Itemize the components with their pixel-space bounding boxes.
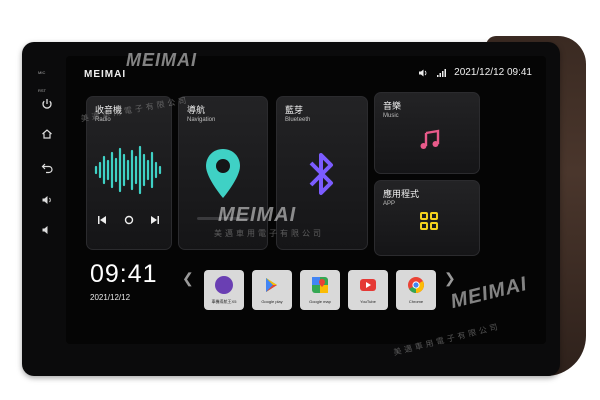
dock-app-chrome[interactable]: Chrome [396, 270, 436, 310]
volume-up-icon [42, 196, 51, 204]
status-datetime: 2021/12/12 09:41 [454, 67, 532, 78]
map-pin-icon [206, 149, 240, 198]
home-clock: 09:41 [90, 260, 158, 288]
dock-app-label: Google map [309, 299, 331, 304]
bluetooth-title: 藍芽 [285, 105, 304, 115]
power-icon [42, 99, 52, 109]
play-pause-icon[interactable] [124, 215, 134, 225]
dock-app-label: YouTube [360, 299, 376, 304]
apps-title: 應用程式 [383, 189, 420, 199]
dock-app-youtube[interactable]: YouTube [348, 270, 388, 310]
touch-screen: MEIMAI 2021/12/12 09:41 收音機 Radio 導航 Nav… [66, 56, 546, 344]
dock-app-google-play[interactable]: Google play [252, 270, 292, 310]
volume-up-button[interactable] [40, 194, 54, 208]
volume-icon [419, 69, 427, 76]
status-bar: 2021/12/12 09:41 [418, 67, 532, 78]
dock-scroll-left-icon[interactable]: ❮ [182, 270, 194, 287]
rst-label: RST [38, 88, 46, 93]
volume-down-button[interactable] [40, 224, 54, 238]
navigation-card[interactable]: 導航 Navigation [178, 96, 268, 250]
bluetooth-subtitle: Blueteeth [285, 117, 311, 123]
waveform-icon [94, 145, 162, 195]
watermark-company-center: 美邁車用電子有限公司 [214, 229, 324, 238]
music-note-icon [420, 129, 440, 149]
previous-track-icon[interactable] [97, 215, 107, 225]
kingway-icon [215, 276, 233, 294]
signal-icon [437, 68, 447, 77]
power-button[interactable] [40, 98, 54, 112]
google-maps-icon [312, 277, 328, 293]
card-glow [197, 217, 249, 220]
brand-logo: MEIMAI [84, 69, 127, 80]
youtube-icon [360, 279, 376, 291]
dock-app-label: 車機導航王X5 [211, 299, 237, 304]
app-grid-icon [420, 212, 438, 230]
home-date: 2021/12/12 [90, 293, 131, 302]
music-card[interactable]: 音樂 Music [374, 92, 480, 174]
google-play-icon [266, 278, 277, 292]
next-track-icon[interactable] [150, 215, 160, 225]
home-icon [42, 129, 52, 139]
back-button[interactable] [40, 162, 54, 176]
bluetooth-icon [309, 153, 333, 195]
home-button[interactable] [40, 128, 54, 142]
chrome-icon [408, 277, 424, 293]
dock-app-label: Chrome [408, 299, 424, 304]
music-subtitle: Music [383, 113, 399, 119]
apps-subtitle: APP [383, 201, 396, 207]
dock-app-kingway[interactable]: 車機導航王X5 [204, 270, 244, 310]
mic-label: MIC [38, 70, 46, 75]
apps-card[interactable]: 應用程式 APP [374, 180, 480, 256]
back-icon [41, 163, 53, 174]
volume-down-icon [42, 226, 48, 234]
navigation-subtitle: Navigation [187, 117, 216, 123]
dock-app-label: Google play [261, 299, 283, 304]
bluetooth-card[interactable]: 藍芽 Blueteeth [276, 96, 368, 250]
dock-app-google-maps[interactable]: Google map [300, 270, 340, 310]
dock-scroll-right-icon[interactable]: ❯ [444, 270, 456, 287]
music-title: 音樂 [383, 101, 402, 111]
